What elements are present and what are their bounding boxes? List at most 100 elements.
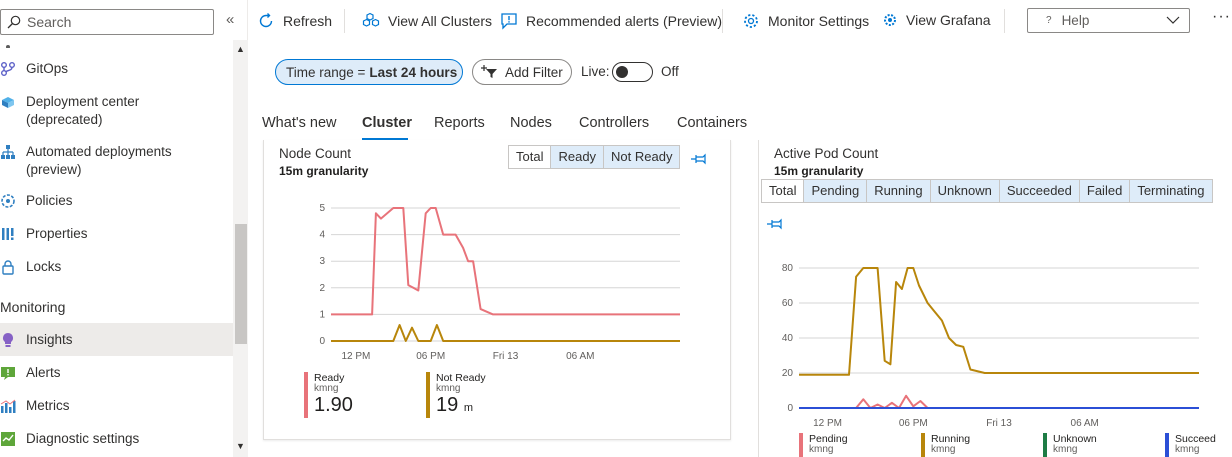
help-label: Help [1061,13,1090,28]
sidebar-scrollbar-thumb[interactable] [235,224,247,344]
segment-terminating[interactable]: Terminating [1130,180,1212,202]
view-all-clusters-button[interactable]: View All Clusters [362,12,492,30]
sidebar-item-alerts[interactable]: Alerts [0,364,233,382]
segment-total[interactable]: Total [762,180,805,202]
sidebar-item-insights[interactable]: Insights [0,323,233,356]
legend-not-ready-value: 19 m [436,394,473,416]
add-filter-button[interactable]: Add Filter [472,59,572,85]
pin-icon[interactable] [767,217,784,231]
segment-total[interactable]: Total [509,146,552,168]
view-grafana-button[interactable]: View Grafana [882,12,991,28]
collapse-sidebar-button[interactable]: « [226,11,234,28]
segment-failed[interactable]: Failed [1079,180,1131,202]
segment-not-ready[interactable]: Not Ready [604,146,680,168]
sidebar-item-label: Automated deployments (preview) [26,144,172,177]
lock-icon [0,259,16,275]
legend-succeeded-cluster: kmng [1175,444,1200,455]
pin-icon[interactable] [691,152,708,166]
sidebar-item-label: GitOps [26,61,69,76]
diagnostic-settings-icon [0,431,16,447]
y-tick-label: 1 [319,309,325,320]
legend-not-ready: Not Ready kmng 19 m [426,372,486,419]
x-tick-label: Fri 13 [986,418,1012,428]
tab-controllers[interactable]: Controllers [579,115,649,131]
legend-not-ready-cluster: kmng [436,383,461,394]
sidebar-item-deployment-center[interactable]: Deployment center (deprecated) [0,93,233,129]
series-line-not-ready [331,324,680,342]
view-all-clusters-label: View All Clusters [388,13,493,29]
y-tick-label: 20 [782,368,794,379]
monitor-settings-label: Monitor Settings [768,13,870,29]
x-tick-label: 06 AM [566,351,594,362]
x-tick-label: 06 PM [899,418,928,428]
segment-pending[interactable]: Pending [804,180,868,202]
y-tick-label: 0 [787,403,793,414]
sidebar-item-metrics[interactable]: Metrics [0,397,233,415]
sidebar-item-label: Metrics [26,398,70,413]
y-tick-label: 3 [319,256,325,267]
tab-reports[interactable]: Reports [434,115,485,131]
toggle-knob [616,66,628,78]
refresh-icon [259,13,273,28]
add-filter-label: Add Filter [505,64,563,80]
help-dropdown[interactable]: ? Help [1027,8,1190,33]
y-tick-label: 60 [782,298,794,309]
section-monitoring: Monitoring [0,299,66,315]
scroll-down-icon[interactable]: ▼ [236,441,245,451]
x-tick-label: 06 PM [416,351,445,362]
toolbar-divider [722,9,723,33]
sidebar-item-diagnostic-settings[interactable]: Diagnostic settings [0,430,233,448]
policies-icon [0,193,16,209]
active-pod-count-chart: 0 20 40 60 80 12 PM 06 PM Fri 13 06 AM [782,263,1199,428]
recommended-alerts-label: Recommended alerts (Preview) [526,13,723,29]
legend-running-cluster: kmng [931,444,956,455]
legend-pending-swatch [799,433,803,457]
tab-containers[interactable]: Containers [677,115,747,131]
time-range-pill[interactable]: Time range = Last 24 hours [275,59,463,85]
automated-deployments-icon [0,144,16,160]
y-tick-label: 4 [319,230,325,241]
legend-unknown: Unknown kmng [1043,433,1097,457]
sidebar-item-automated-deployments[interactable]: Automated deployments (preview) [0,143,233,179]
scroll-up-icon[interactable]: ▲ [236,44,245,54]
sidebar-item-label: Deployment center (deprecated) [26,94,140,127]
more-options-button[interactable]: ··· [1212,8,1231,26]
segment-unknown[interactable]: Unknown [930,180,1000,202]
series-line-running [799,267,1199,376]
alert-bubble-icon [501,13,517,30]
tab-cluster[interactable]: Cluster [362,115,412,131]
recommended-alerts-button[interactable]: Recommended alerts (Preview) [500,12,722,30]
legend-succeeded: Succeed kmng [1165,433,1216,457]
node-count-granularity: 15m granularity [279,164,369,178]
legend-ready-swatch [304,372,308,418]
live-toggle[interactable] [612,62,653,82]
y-tick-label: 5 [319,203,325,214]
help-question-icon: ? [1046,15,1052,26]
y-tick-label: 0 [319,336,325,347]
time-range-prefix: Time range = [286,64,366,80]
legend-ready-value: 1.90 [314,394,353,416]
sidebar-item-policies[interactable]: Policies [0,192,233,210]
refresh-button[interactable]: Refresh [257,12,332,30]
segment-running[interactable]: Running [867,180,931,202]
node-count-title: Node Count [279,146,352,161]
pod-count-segment: Total Pending Running Unknown Succeeded … [761,179,1213,203]
series-line-pending [799,394,1199,409]
y-tick-label: 2 [319,283,325,294]
sidebar-item-locks[interactable]: Locks [0,258,233,276]
segment-succeeded[interactable]: Succeeded [999,180,1080,202]
legend-ready: Ready kmng 1.90 [304,372,353,418]
deployment-center-icon [0,94,16,110]
toolbar-divider [344,9,345,33]
tab-whats-new[interactable]: What's new [262,115,337,131]
metrics-icon [0,398,16,414]
legend-unknown-swatch [1043,433,1047,457]
monitor-settings-button[interactable]: Monitor Settings [742,12,869,30]
segment-ready[interactable]: Ready [551,146,605,168]
search-input[interactable]: Search [0,9,214,35]
insights-icon [0,332,16,348]
tab-nodes[interactable]: Nodes [510,115,552,131]
sidebar-item-label: Diagnostic settings [26,431,140,446]
sidebar-item-gitops[interactable]: GitOps [0,60,233,78]
sidebar-item-properties[interactable]: Properties [0,225,233,243]
